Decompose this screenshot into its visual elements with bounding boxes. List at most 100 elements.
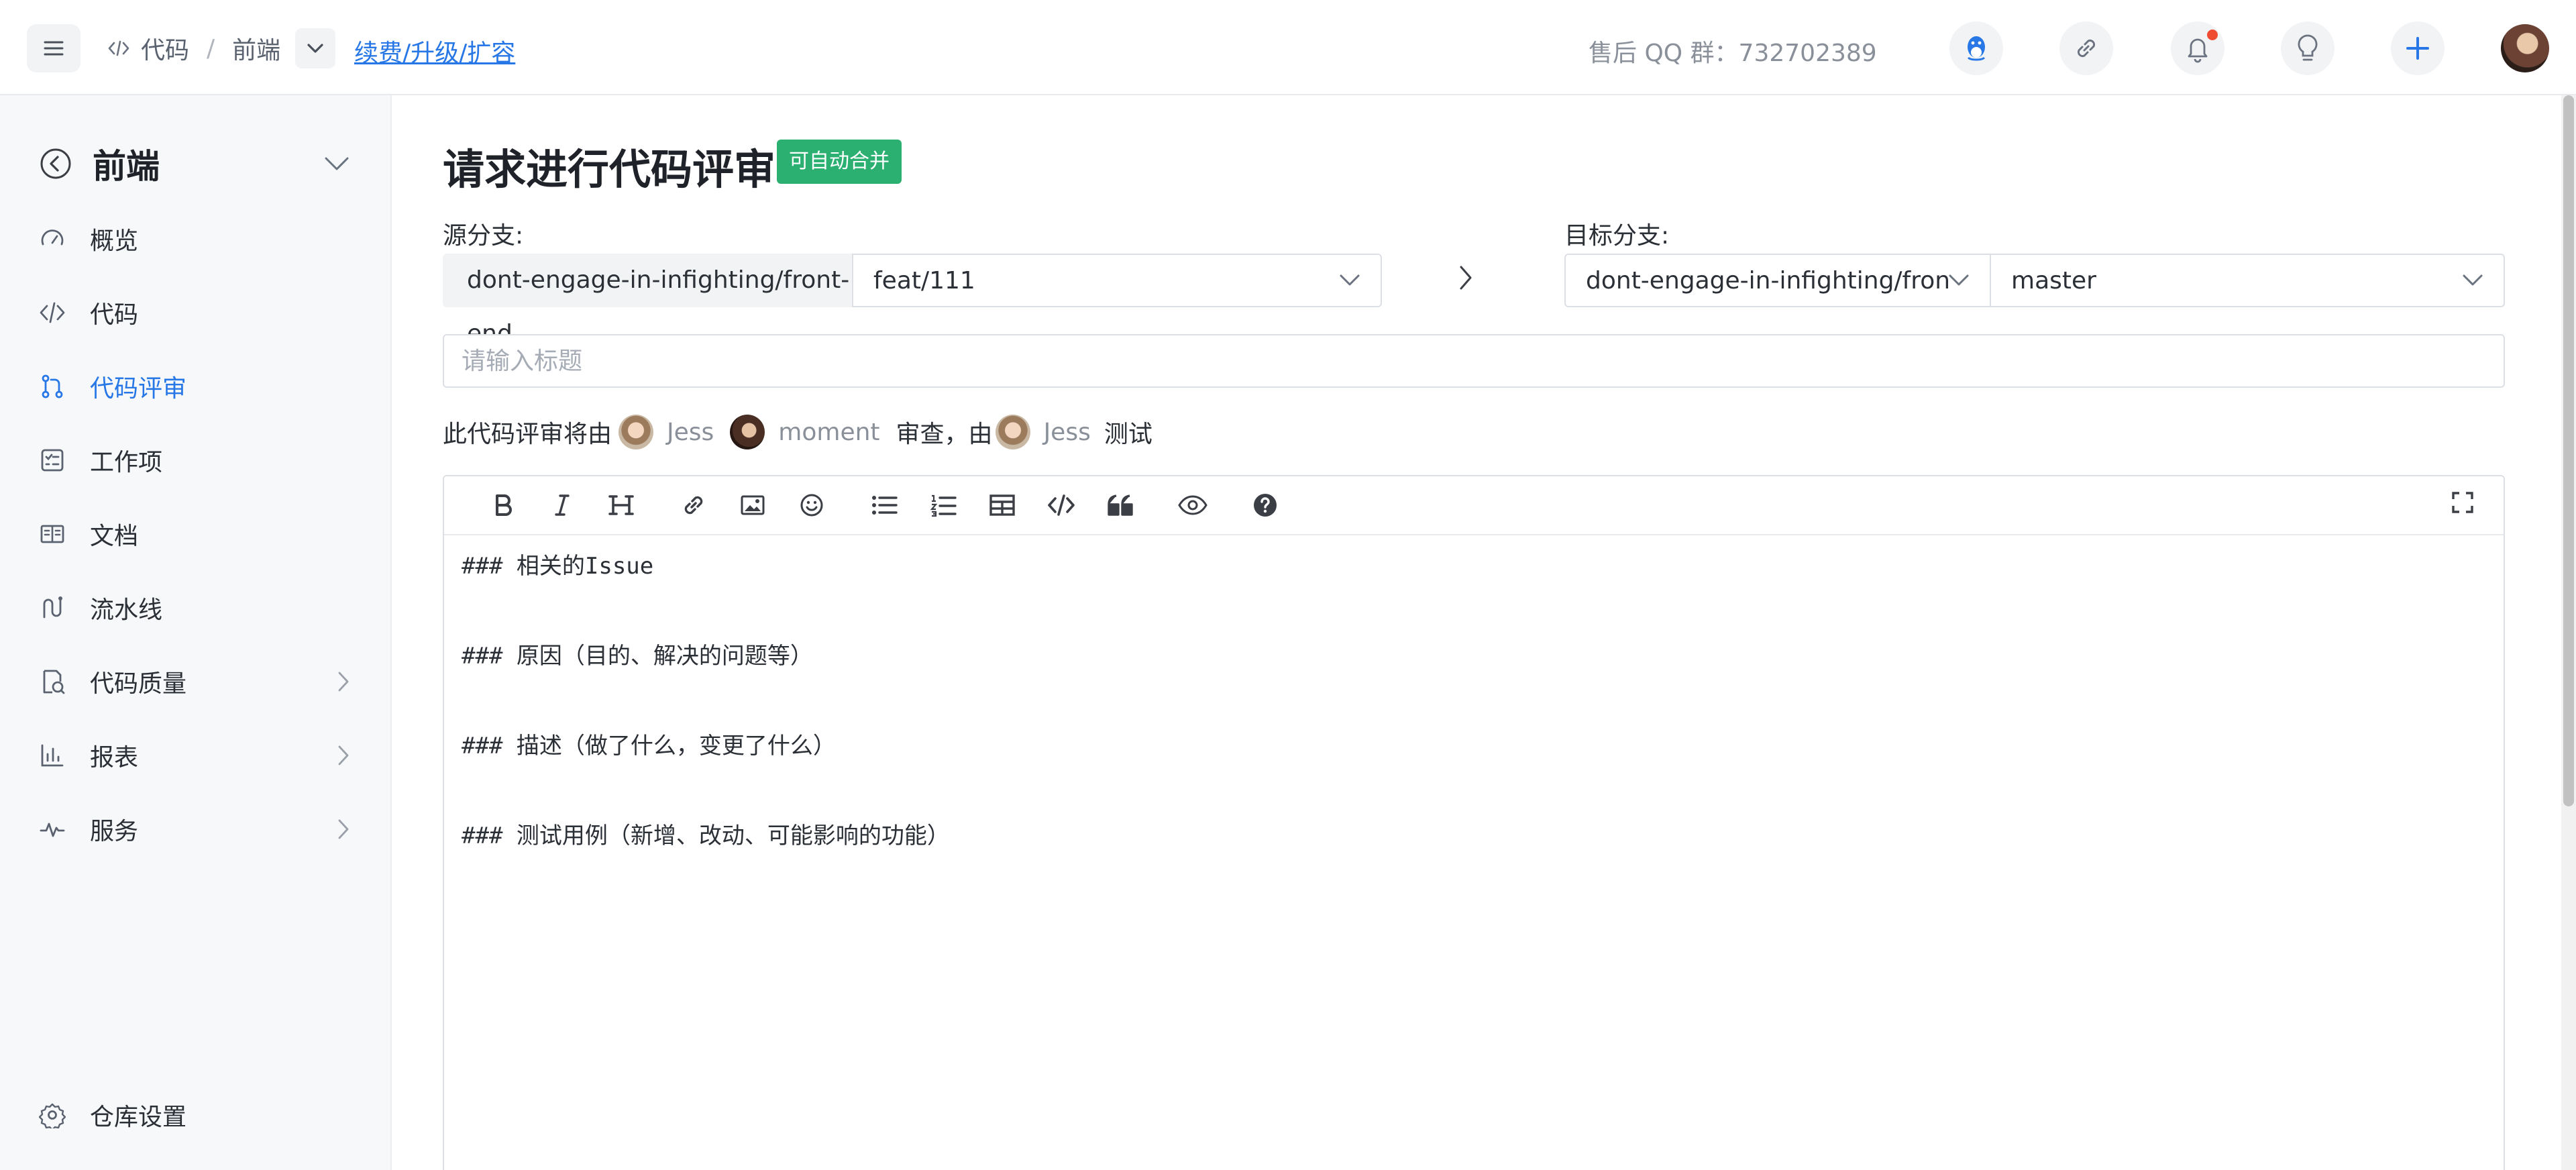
sidebar-item-repo-settings[interactable]: 仓库设置 <box>39 1088 350 1142</box>
chevron-right-icon <box>338 745 349 765</box>
sidebar-item-services[interactable]: 服务 <box>39 802 350 856</box>
bar-chart-icon <box>41 744 64 767</box>
bold-button[interactable] <box>474 476 533 535</box>
checklist-icon <box>41 449 64 472</box>
notification-dot <box>2207 30 2218 40</box>
link-icon <box>684 496 703 515</box>
back-circle-icon[interactable] <box>39 147 72 180</box>
sidebar-item-work-items[interactable]: 工作项 <box>39 433 350 487</box>
sidebar-item-docs[interactable]: 文档 <box>39 507 350 561</box>
top-bar: 代码 / 前端 续费/升级/扩容 售后 QQ 群：732702389 <box>0 0 2576 95</box>
user-avatar[interactable] <box>2501 24 2549 72</box>
image-button[interactable] <box>723 476 782 535</box>
sidebar: 前端 概览 代码 代码评审 工作项 文档 流水线 代码质量 报表 服务 仓库设置 <box>0 95 392 1170</box>
image-icon <box>741 495 765 515</box>
editor-textarea[interactable]: ### 相关的Issue ### 原因（目的、解决的问题等） ### 描述（做了… <box>444 535 2504 927</box>
numbered-list-icon <box>930 494 957 517</box>
link-button[interactable] <box>2059 21 2113 75</box>
renew-upgrade-link[interactable]: 续费/升级/扩容 <box>354 34 515 68</box>
menu-button[interactable] <box>27 24 80 72</box>
editor-line: ### 描述（做了什么，变更了什么） <box>462 733 836 759</box>
sidebar-item-label: 报表 <box>90 744 139 772</box>
avatar[interactable] <box>995 415 1030 449</box>
fullscreen-button[interactable] <box>2451 491 2474 514</box>
merge-request-icon <box>42 374 63 398</box>
sidebar-item-label: 文档 <box>90 523 139 550</box>
gauge-icon <box>41 229 64 246</box>
breadcrumb-separator: / <box>207 34 215 62</box>
reviewer-name[interactable]: moment <box>778 419 879 446</box>
editor-line: ### 相关的Issue <box>462 553 654 580</box>
page-scrollbar[interactable] <box>2561 95 2576 1170</box>
pipeline-icon <box>43 596 62 619</box>
sidebar-item-code[interactable]: 代码 <box>39 286 350 339</box>
reviewers-line: 此代码评审将由 Jess moment 审查，由 Jess 测试 <box>443 412 1152 452</box>
code-icon <box>108 40 129 56</box>
eye-icon <box>1178 495 1208 515</box>
chevron-down-icon <box>2463 274 2483 286</box>
editor-line: ### 测试用例（新增、改动、可能影响的功能） <box>462 822 950 849</box>
numbered-list-button[interactable] <box>914 476 973 535</box>
chevron-down-icon <box>1340 274 1360 286</box>
bell-icon <box>2188 38 2208 63</box>
reviewer-name[interactable]: Jess <box>667 419 714 446</box>
sidebar-item-label: 仓库设置 <box>90 1104 187 1131</box>
bold-icon <box>496 494 512 516</box>
breadcrumb-code[interactable]: 代码 <box>141 31 189 66</box>
quote-icon <box>1108 494 1133 516</box>
italic-button[interactable] <box>533 476 592 535</box>
chevron-down-icon <box>307 44 323 53</box>
sidebar-item-overview[interactable]: 概览 <box>39 212 350 266</box>
sidebar-item-code-review[interactable]: 代码评审 <box>39 360 350 413</box>
table-button[interactable] <box>973 476 1032 535</box>
breadcrumb-frontend[interactable]: 前端 <box>232 31 280 66</box>
chevron-right-icon <box>338 819 349 839</box>
chevron-down-icon <box>1949 274 1969 286</box>
reviewers-middle: 审查，由 <box>896 421 993 448</box>
main-content: 请求进行代码评审 可自动合并 源分支: dont-engage-in-infig… <box>392 95 2576 1170</box>
link-icon <box>2077 39 2096 58</box>
code-icon <box>1048 494 1075 516</box>
help-button[interactable] <box>1236 476 1295 535</box>
sidebar-item-pipeline[interactable]: 流水线 <box>39 581 350 635</box>
sidebar-item-reports[interactable]: 报表 <box>39 729 350 782</box>
scrollbar-thumb[interactable] <box>2563 95 2574 806</box>
chevron-down-icon[interactable] <box>323 156 350 172</box>
title-input[interactable] <box>443 334 2505 388</box>
target-branch-select[interactable]: master <box>1991 254 2505 307</box>
bullet-list-button[interactable] <box>855 476 914 535</box>
code-block-button[interactable] <box>1032 476 1091 535</box>
source-branch-select[interactable]: feat/111 <box>852 254 1382 307</box>
qq-penguin-icon <box>1967 36 1986 61</box>
create-button[interactable] <box>2391 21 2445 75</box>
sidebar-item-label: 概览 <box>90 227 139 255</box>
reviewers-prefix: 此代码评审将由 <box>443 421 612 448</box>
plus-icon <box>2406 37 2429 60</box>
support-qq-group: 售后 QQ 群：732702389 <box>1589 40 1877 67</box>
tester-name[interactable]: Jess <box>1044 419 1091 446</box>
target-branch-value: master <box>2011 266 2096 295</box>
target-repo-value: dont-engage-in-infighting/front-end <box>1586 266 1948 295</box>
sidebar-item-code-quality[interactable]: 代码质量 <box>39 655 350 708</box>
heading-button[interactable] <box>592 476 651 535</box>
editor-line: ### 原因（目的、解决的问题等） <box>462 643 813 670</box>
avatar[interactable] <box>619 415 654 449</box>
link-button[interactable] <box>664 476 723 535</box>
repo-switcher-button[interactable] <box>295 28 336 68</box>
sidebar-item-label: 代码评审 <box>90 375 187 403</box>
preview-button[interactable] <box>1163 476 1222 535</box>
bullet-list-icon <box>872 496 898 515</box>
sidebar-item-label: 工作项 <box>90 449 163 476</box>
notifications-button[interactable] <box>2171 21 2224 75</box>
qq-button[interactable] <box>1949 21 2003 75</box>
emoji-button[interactable] <box>782 476 841 535</box>
target-repo-select[interactable]: dont-engage-in-infighting/front-end <box>1564 254 1991 307</box>
reviewers-suffix: 测试 <box>1104 421 1152 448</box>
gear-icon <box>39 1103 66 1128</box>
target-branch-label: 目标分支: <box>1564 222 1670 250</box>
tips-button[interactable] <box>2281 21 2334 75</box>
markdown-editor: ### 相关的Issue ### 原因（目的、解决的问题等） ### 描述（做了… <box>443 475 2505 1170</box>
quote-button[interactable] <box>1091 476 1150 535</box>
avatar[interactable] <box>730 415 765 449</box>
smiley-icon <box>800 494 823 517</box>
